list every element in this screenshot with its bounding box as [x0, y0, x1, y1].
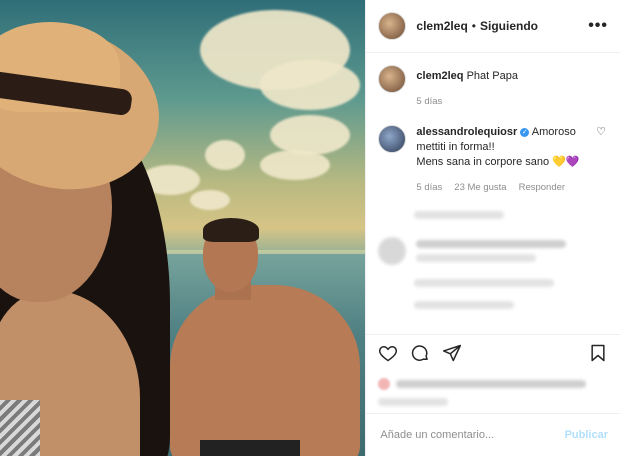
man-hair	[203, 218, 259, 242]
blurred-text	[414, 279, 555, 287]
bookmark-icon[interactable]	[588, 343, 608, 363]
heart-icon[interactable]	[378, 343, 398, 363]
blurred-text	[378, 398, 449, 406]
likes-summary	[366, 371, 620, 413]
instagram-post: clem2leq • Siguiendo ••• clem2leq Phat P…	[0, 0, 620, 456]
blurred-text	[396, 380, 587, 388]
ellipsis-icon[interactable]: •••	[588, 17, 608, 35]
caption-text: Phat Papa	[466, 70, 518, 82]
verified-badge-icon: ✓	[520, 128, 530, 137]
reply-button[interactable]: Responder	[519, 180, 565, 195]
cloud	[270, 115, 350, 155]
send-icon[interactable]	[442, 343, 462, 363]
swimsuit-strap	[0, 400, 40, 456]
comment-input[interactable]	[378, 428, 565, 442]
caption-username[interactable]: clem2leq	[416, 70, 463, 82]
cloud	[260, 150, 330, 180]
caption: clem2leq Phat Papa 5 días	[378, 65, 608, 109]
cloud	[260, 60, 360, 110]
comment-icon[interactable]	[410, 343, 430, 363]
avatar[interactable]	[378, 12, 407, 40]
comment-username[interactable]: alessandrolequiosr	[416, 126, 517, 138]
comment-item: alessandrolequiosr ✓ Amoroso mettiti in …	[378, 125, 608, 195]
cloud	[205, 140, 245, 170]
comment-text-line3: Mens sana in corpore sano	[416, 156, 550, 168]
header-username[interactable]: clem2leq	[416, 19, 467, 33]
blurred-text	[414, 301, 515, 309]
separator: •	[471, 19, 476, 33]
comment-time[interactable]: 5 días	[416, 180, 442, 195]
comment-emojis: 💛💜	[552, 156, 580, 168]
post-photo[interactable]	[0, 0, 366, 456]
heart-icon[interactable]: ♡	[596, 125, 606, 138]
caption-time[interactable]: 5 días	[416, 94, 442, 109]
avatar[interactable]	[378, 125, 407, 153]
post-actions	[366, 334, 620, 371]
comment-composer: Publicar	[366, 413, 620, 456]
man-torso	[170, 285, 360, 456]
avatar[interactable]	[378, 65, 407, 93]
comment-text-line2: mettiti in forma!!	[416, 141, 495, 153]
following-button[interactable]: Siguiendo	[480, 19, 538, 33]
post-header: clem2leq • Siguiendo •••	[366, 0, 620, 53]
blurred-comments	[378, 211, 608, 309]
comment-text-line1: Amoroso	[531, 126, 576, 138]
avatar	[378, 378, 391, 390]
blurred-text	[416, 254, 537, 262]
blurred-text	[416, 240, 567, 248]
comments-list: clem2leq Phat Papa 5 días alessandrolequ…	[366, 53, 620, 334]
blurred-text	[414, 211, 505, 219]
publish-button[interactable]: Publicar	[565, 429, 608, 441]
man-shorts	[200, 440, 300, 456]
avatar	[378, 237, 407, 265]
post-side-panel: clem2leq • Siguiendo ••• clem2leq Phat P…	[365, 0, 620, 456]
cloud	[190, 190, 230, 210]
comment-likes[interactable]: 23 Me gusta	[454, 180, 506, 195]
